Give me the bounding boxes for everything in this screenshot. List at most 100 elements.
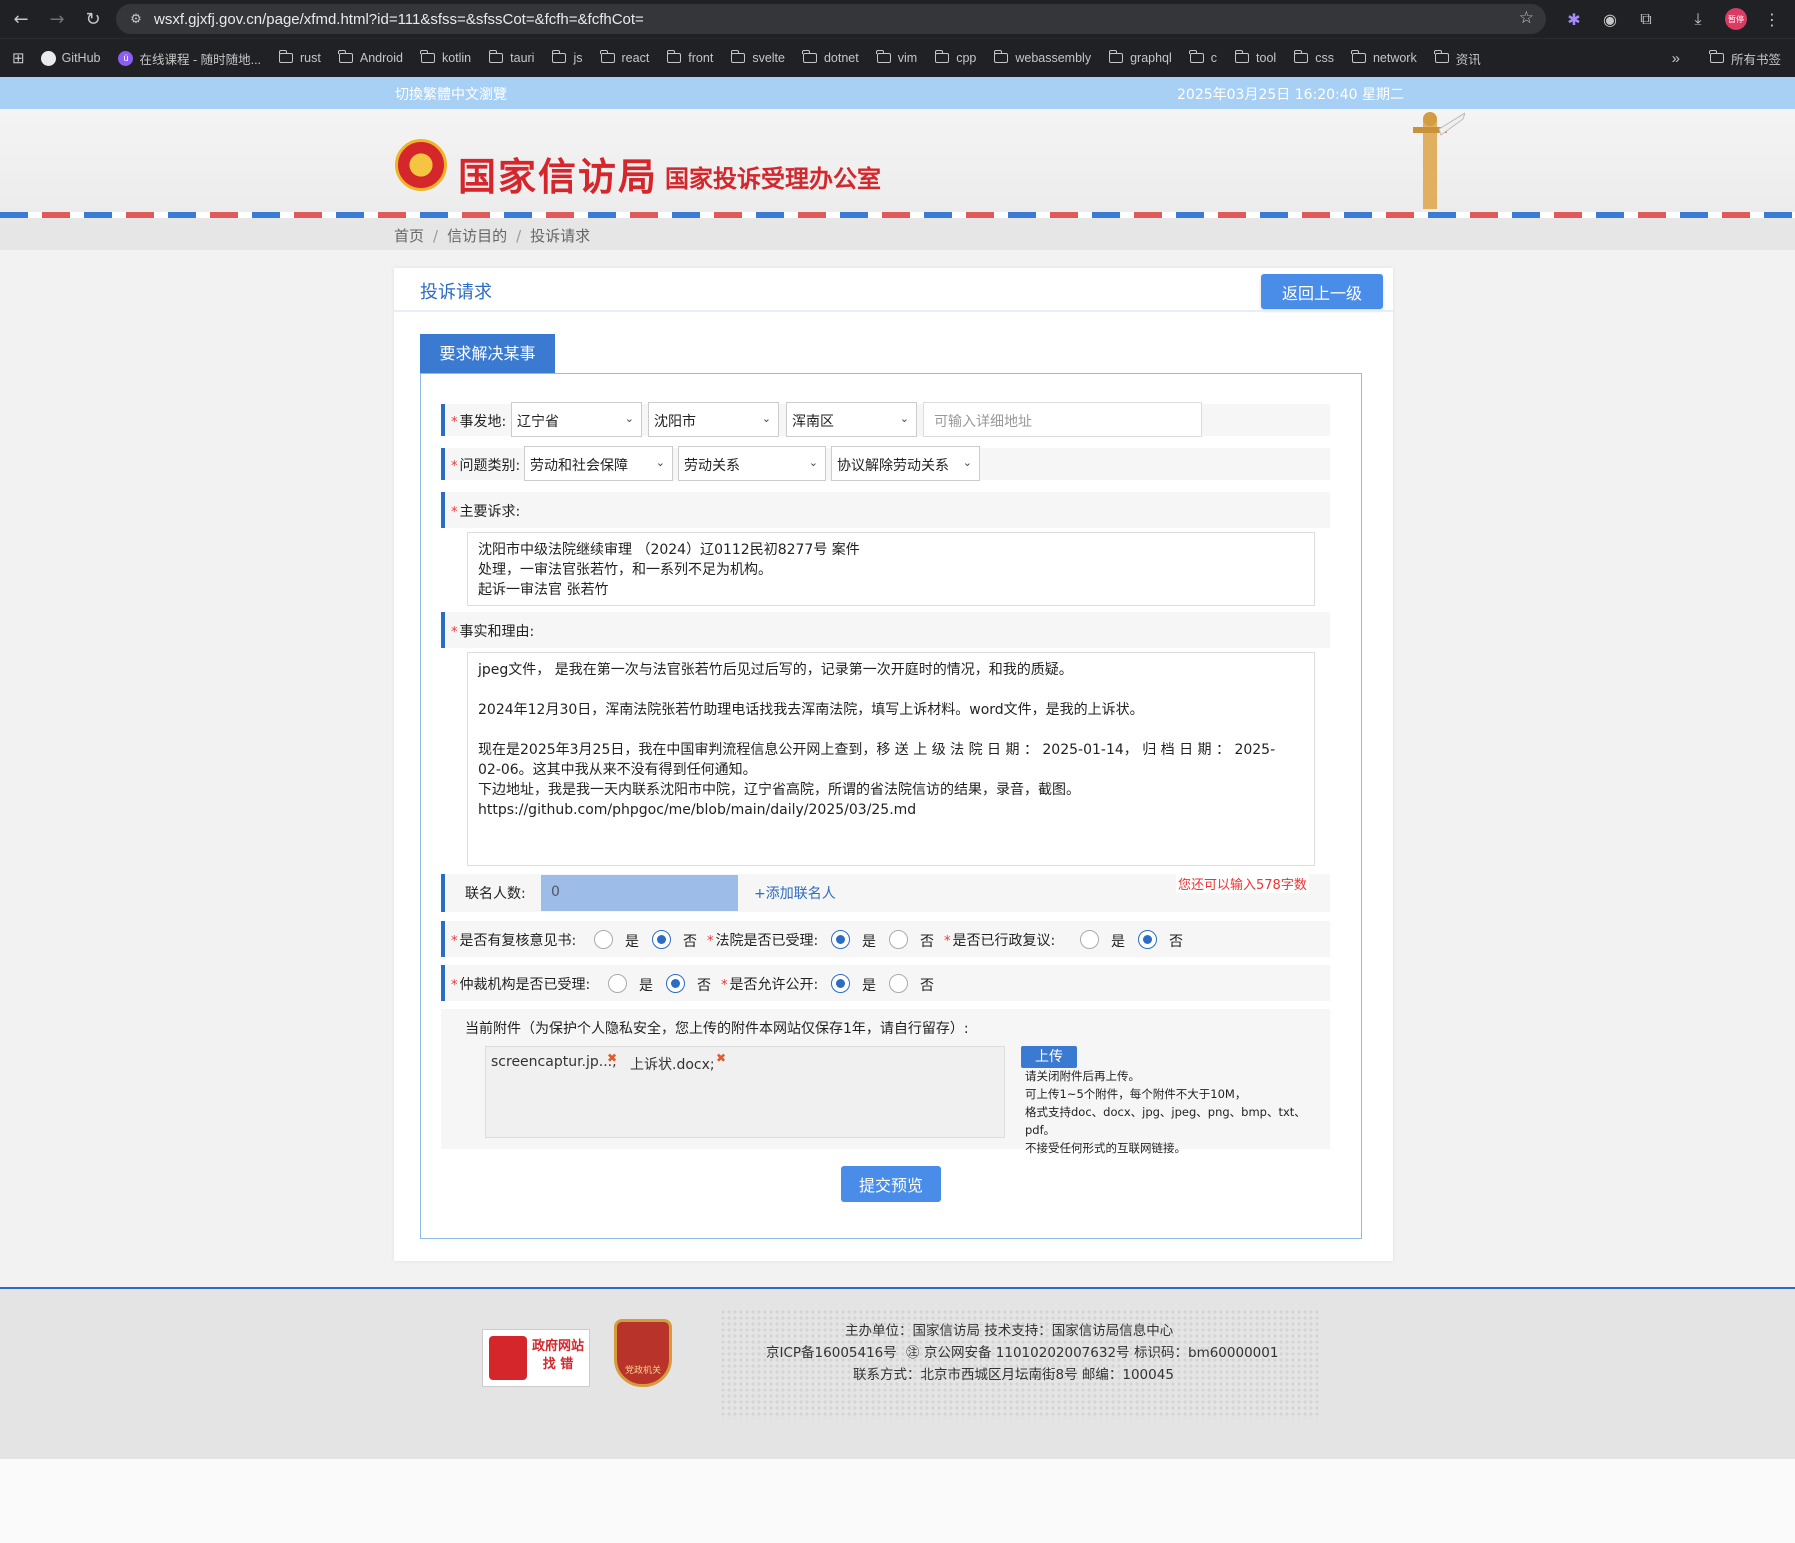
bookmark-folder-c[interactable]: c [1189,50,1217,65]
party-gov-badge-text: 党政机关 [624,1366,661,1376]
site-info-icon[interactable]: ⚙ [122,12,150,27]
bookmark-folder-vim[interactable]: vim [876,50,918,65]
arbitration-yes-radio[interactable] [608,974,627,993]
bookmark-folder-android[interactable]: Android [338,50,403,65]
bookmark-folder-front[interactable]: front [666,50,713,65]
submit-preview-button[interactable]: 提交预览 [841,1166,941,1202]
folder-icon [1234,50,1250,63]
province-select[interactable]: 辽宁省 ⌄ [511,402,642,437]
breadcrumb-home[interactable]: 首页 [394,227,424,245]
reload-icon[interactable]: ↻ [78,4,108,34]
bookmark-folder-rust[interactable]: rust [278,50,321,65]
facts-textarea[interactable]: jpeg文件， 是我在第一次与法官张若竹后见过后写的，记录第一次开庭时的情况，和… [467,652,1315,866]
bookmark-label: Android [359,51,403,65]
folder-icon [730,50,746,63]
court-no-radio[interactable] [889,930,908,949]
attachment-file-2[interactable]: 上诉状.docx; [630,1054,715,1074]
browser-toolbar: ← → ↻ ⚙ wsxf.gjxfj.gov.cn/page/xfmd.html… [0,0,1795,38]
breadcrumb-purpose[interactable]: 信访目的 [447,227,507,245]
bookmark-label: rust [300,51,321,65]
complaint-form: * 事发地: 辽宁省 ⌄ 沈阳市 ⌄ 浑南区 ⌄ 可输入详细地址 * 问题类别: 劳动和社… [420,373,1362,1239]
city-select[interactable]: 沈阳市 ⌄ [648,402,779,437]
camera-icon[interactable]: ◉ [1598,7,1622,31]
remove-file-1-icon[interactable]: ✖ [607,1051,617,1065]
admin-yes-radio[interactable] [1080,930,1099,949]
puzzle-extensions-icon[interactable]: ⧉ [1634,7,1658,31]
remove-file-2-icon[interactable]: ✖ [716,1051,726,1065]
admin-review-label: * 是否已行政复议: [944,933,1056,949]
district-select[interactable]: 浑南区 ⌄ [786,402,917,437]
category-label: * 问题类别: [451,458,521,474]
public-yes-radio[interactable] [831,974,850,993]
menu-kebab-icon[interactable]: ⋮ [1760,7,1784,31]
main-appeal-label: * 主要诉求: [451,504,521,520]
traditional-chinese-link[interactable]: 切換繁體中文瀏覽 [395,84,507,104]
chevron-down-icon: ⌄ [899,412,909,425]
profile-avatar[interactable]: 暂停 [1725,8,1747,30]
bookmark-online-course[interactable]: ü 在线课程 - 随时随地... [118,49,261,68]
add-cosigner-link[interactable]: +添加联名人 [754,883,836,903]
extension-gear-icon[interactable]: ✱ [1562,7,1586,31]
gov-site-error-report-badge[interactable]: 政府网站找 错 [482,1329,590,1387]
bookmark-folder-css[interactable]: css [1293,50,1334,65]
category-level1-select[interactable]: 劳动和社会保障 ⌄ [524,446,673,481]
site-subtitle: 国家投诉受理办公室 [665,165,881,193]
review-yes-radio[interactable] [594,930,613,949]
public-no-radio[interactable] [889,974,908,993]
upload-button[interactable]: 上传 [1021,1046,1077,1068]
bookmark-folder-kotlin[interactable]: kotlin [420,50,471,65]
all-bookmarks-folder[interactable]: 所有书签 [1709,49,1781,68]
review-no-radio[interactable] [652,930,671,949]
bookmark-star-icon[interactable]: ☆ [1519,8,1534,28]
bookmark-label: vim [897,51,918,65]
footer-police-record[interactable]: 京公网安备 11010202007632号 [924,1341,1130,1361]
bookmark-folder-tool[interactable]: tool [1234,50,1276,65]
download-icon[interactable]: ⤓ [1686,7,1710,31]
url-text[interactable]: wsxf.gjxfj.gov.cn/page/xfmd.html?id=111&… [154,11,644,28]
party-gov-badge[interactable]: 党政机关 [614,1319,672,1387]
upload-hints: 请关闭附件后再上传。 可上传1~5个附件，每个附件不大于10M， 格式支持doc… [1025,1067,1330,1157]
attachment-file-1[interactable]: screencaptur.jp...; [491,1054,617,1070]
bookmark-github[interactable]: GitHub [40,50,100,66]
bookmark-folder-tauri[interactable]: tauri [488,50,535,65]
main-appeal-textarea[interactable]: 沈阳市中级法院继续审理 （2024）辽0112民初8277号 案件 处理，一审法… [467,532,1315,606]
bookmark-folder-webassembly[interactable]: webassembly [993,50,1091,65]
more-bookmarks-chevron-icon[interactable]: » [1672,50,1680,67]
bookmark-label: 所有书签 [1730,52,1781,67]
site-banner: 国家信访局 国家投诉受理办公室 [0,109,1795,216]
forward-arrow-icon[interactable]: → [42,4,72,34]
tab-resolve-matter[interactable]: 要求解决某事 [420,334,555,374]
bookmark-folder-dotnet[interactable]: dotnet [802,50,859,65]
allow-public-label: * 是否允许公开: [721,977,819,993]
bookmark-folder-react[interactable]: react [600,50,649,65]
folder-icon [278,50,294,63]
footer-icp[interactable]: 京ICP备16005416号 [766,1341,897,1361]
category3-value: 协议解除劳动关系 [837,458,949,474]
arbitration-no-radio[interactable] [666,974,685,993]
radio-row-2: * 仲裁机构是否已受理: 是 否 * 是否允许公开: 是 否 [441,965,1330,1001]
cosign-label: 联名人数: [465,886,526,902]
bookmark-folder-cpp[interactable]: cpp [934,50,976,65]
bookmark-folder-news[interactable]: 资讯 [1434,49,1481,68]
arbitration-label: * 仲裁机构是否已受理: [451,977,591,993]
address-bar[interactable]: ⚙ wsxf.gjxfj.gov.cn/page/xfmd.html?id=11… [116,4,1546,34]
review-no-label: 否 [683,934,697,950]
main-appeal-row: * 主要诉求: [441,492,1330,528]
bookmark-label: tauri [510,51,535,65]
back-arrow-icon[interactable]: ← [6,4,36,34]
bookmark-folder-graphql[interactable]: graphql [1108,50,1172,65]
apps-grid-icon[interactable]: ⊞ [12,49,25,67]
category-row: * 问题类别: 劳动和社会保障 ⌄ 劳动关系 ⌄ 协议解除劳动关系 ⌄ [441,446,1330,481]
court-yes-radio[interactable] [831,930,850,949]
cosign-count-input[interactable]: 0 [541,875,738,911]
bookmark-folder-svelte[interactable]: svelte [730,50,785,65]
folder-icon [666,50,682,63]
detail-address-input[interactable]: 可输入详细地址 [923,402,1202,437]
bookmark-folder-network[interactable]: network [1351,50,1417,65]
category-level2-select[interactable]: 劳动关系 ⌄ [678,446,826,481]
bookmark-folder-js[interactable]: js [551,50,583,65]
category-level3-select[interactable]: 协议解除劳动关系 ⌄ [831,446,980,481]
back-button[interactable]: 返回上一级 [1261,274,1383,309]
admin-no-radio[interactable] [1138,930,1157,949]
chevron-down-icon: ⌄ [761,412,771,425]
